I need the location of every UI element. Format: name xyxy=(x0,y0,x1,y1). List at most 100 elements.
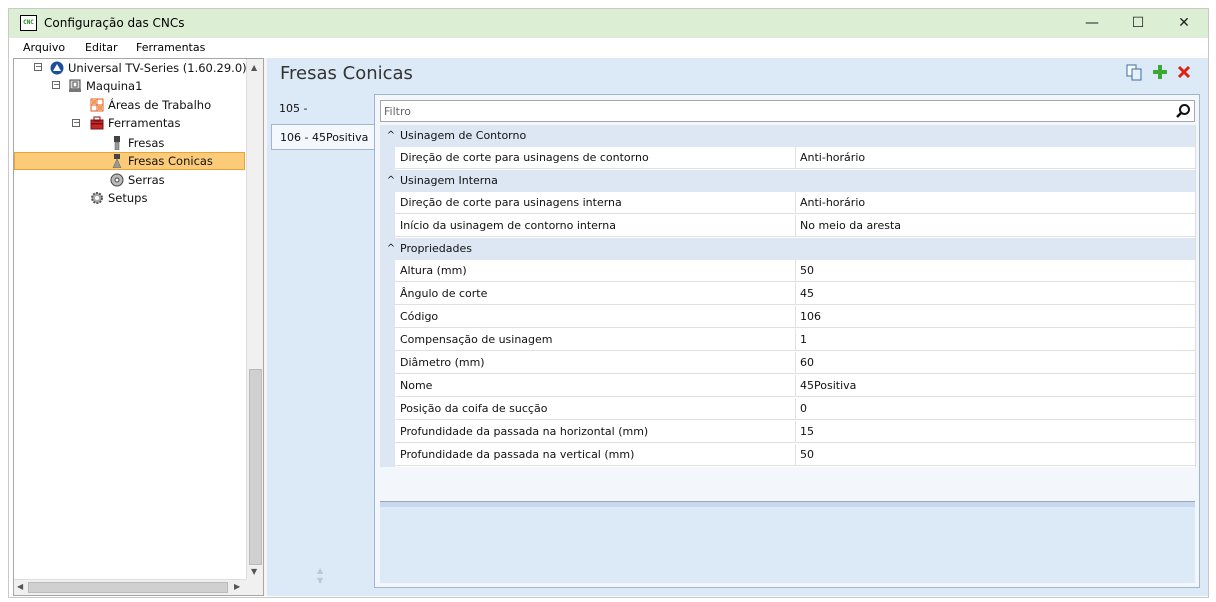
property-value[interactable]: 45 xyxy=(796,283,1195,305)
tab-tool-105[interactable]: 105 - 45Negativa xyxy=(271,96,374,141)
collapse-arrow-icon[interactable]: ^ xyxy=(386,125,396,147)
work-areas-icon xyxy=(90,98,104,112)
category-label: Usinagem de Contorno xyxy=(400,129,527,142)
tree-hscroll-thumb[interactable] xyxy=(28,582,228,593)
tree-item-setups[interactable]: Setups xyxy=(108,189,147,207)
menu-editar[interactable]: Editar xyxy=(85,41,118,54)
property-name: Diâmetro (mm) xyxy=(395,352,796,374)
property-name: Início da usinagem de contorno interna xyxy=(395,215,796,237)
machine-icon xyxy=(69,79,81,92)
collapse-arrow-icon[interactable]: ^ xyxy=(386,238,396,260)
property-name: Profundidade da passada na vertical (mm) xyxy=(395,444,796,466)
mill-icon xyxy=(114,136,120,150)
property-value[interactable]: 60 xyxy=(796,352,1195,374)
property-name: Posição da coifa de sucção xyxy=(395,398,796,420)
filter-input[interactable] xyxy=(384,103,1164,119)
property-row[interactable]: Altura (mm) 50 xyxy=(380,260,1195,283)
tree-item-tools[interactable]: Ferramentas xyxy=(108,114,180,132)
tree-vertical-scrollbar[interactable]: ▲ ▼ xyxy=(246,59,263,579)
property-value[interactable]: 106 xyxy=(796,306,1195,328)
tree-item-mills[interactable]: Fresas xyxy=(128,134,164,152)
property-name: Profundidade da passada na horizontal (m… xyxy=(395,421,796,443)
cnc-app-icon: CNC xyxy=(20,15,37,31)
property-row[interactable]: Profundidade da passada na vertical (mm)… xyxy=(380,444,1195,467)
scroll-up-icon[interactable]: ▲ xyxy=(251,63,257,72)
property-name: Nome xyxy=(395,375,796,397)
property-name: Código xyxy=(395,306,796,328)
property-row[interactable]: Ângulo de corte 45 xyxy=(380,283,1195,306)
category-row[interactable]: ^ Usinagem Interna xyxy=(380,170,1195,192)
conical-mill-icon xyxy=(112,154,122,168)
category-row[interactable]: ^ Usinagem de Contorno xyxy=(380,125,1195,147)
property-value[interactable]: Anti-horário xyxy=(796,147,1195,169)
property-value[interactable]: Anti-horário xyxy=(796,192,1195,214)
property-row[interactable]: Início da usinagem de contorno interna N… xyxy=(380,215,1195,238)
row-gutter xyxy=(380,421,395,444)
property-value[interactable]: 1 xyxy=(796,329,1195,351)
tab-tool-106[interactable]: 106 - 45Positiva xyxy=(271,124,374,150)
property-row[interactable]: Posição da coifa de sucção 0 xyxy=(380,398,1195,421)
category-label: Usinagem Interna xyxy=(400,174,498,187)
search-icon[interactable] xyxy=(1175,103,1191,119)
property-row[interactable]: Direção de corte para usinagens de conto… xyxy=(380,147,1195,170)
collapse-root-icon[interactable]: − xyxy=(34,63,42,71)
property-name: Ângulo de corte xyxy=(395,283,796,305)
row-gutter xyxy=(380,375,395,398)
category-row[interactable]: ^ Propriedades xyxy=(380,238,1195,260)
property-row[interactable]: Nome 45Positiva xyxy=(380,375,1195,398)
property-name: Direção de corte para usinagens interna xyxy=(395,192,796,214)
saw-blade-icon xyxy=(110,173,124,187)
collapse-machine-icon[interactable]: − xyxy=(52,81,60,89)
menu-arquivo[interactable]: Arquivo xyxy=(23,41,65,54)
tree-item-work-areas[interactable]: Áreas de Trabalho xyxy=(108,96,211,114)
property-name: Direção de corte para usinagens de conto… xyxy=(395,147,796,169)
row-gutter xyxy=(380,147,395,170)
tree-item-saws[interactable]: Serras xyxy=(128,171,165,189)
maximize-button[interactable]: ☐ xyxy=(1115,9,1161,38)
property-name: Altura (mm) xyxy=(395,260,796,282)
close-button[interactable]: ✕ xyxy=(1161,9,1207,38)
toolbox-icon xyxy=(90,116,104,130)
property-row[interactable]: Código 106 xyxy=(380,306,1195,329)
row-gutter xyxy=(380,329,395,352)
tree-item-machine[interactable]: Maquina1 xyxy=(86,77,142,95)
window-title: Configuração das CNCs xyxy=(44,16,185,30)
tree-item-conical-mills[interactable]: Fresas Conicas xyxy=(128,152,213,170)
row-gutter xyxy=(380,192,395,215)
property-row[interactable]: Diâmetro (mm) 60 xyxy=(380,352,1195,375)
row-gutter xyxy=(380,444,395,467)
scroll-left-icon[interactable]: ◀ xyxy=(17,582,23,591)
tree-root-label[interactable]: Universal TV-Series (1.60.29.0) xyxy=(68,59,247,77)
tabs-scroll-icon[interactable]: ▲ ▼ xyxy=(317,566,323,586)
property-value[interactable]: No meio da aresta xyxy=(796,215,1195,237)
property-value[interactable]: 0 xyxy=(796,398,1195,420)
tool-details-panel: Fresas Conicas 105 - 45Negativa 106 - 45… xyxy=(267,58,1208,596)
property-grid: ^ Usinagem de Contorno Direção de corte … xyxy=(380,125,1196,467)
minimize-button[interactable]: — xyxy=(1069,9,1115,38)
property-row[interactable]: Direção de corte para usinagens interna … xyxy=(380,192,1195,215)
copy-icon[interactable] xyxy=(1125,63,1143,81)
description-panel xyxy=(380,507,1195,583)
property-value[interactable]: 50 xyxy=(796,260,1195,282)
property-row[interactable]: Compensação de usinagem 1 xyxy=(380,329,1195,352)
tree-scroll-thumb[interactable] xyxy=(249,369,262,565)
collapse-tools-icon[interactable]: − xyxy=(72,119,80,127)
delete-icon[interactable] xyxy=(1175,63,1193,81)
add-icon[interactable] xyxy=(1151,63,1169,81)
property-value[interactable]: 15 xyxy=(796,421,1195,443)
row-gutter xyxy=(380,260,395,283)
property-editor: ^ Usinagem de Contorno Direção de corte … xyxy=(374,94,1200,588)
scroll-down-icon[interactable]: ▼ xyxy=(251,567,257,576)
row-gutter xyxy=(380,215,395,238)
row-gutter xyxy=(380,283,395,306)
universal-logo-icon xyxy=(50,61,64,75)
property-row[interactable]: Profundidade da passada na horizontal (m… xyxy=(380,421,1195,444)
tree-horizontal-scrollbar[interactable]: ◀ ▶ xyxy=(14,579,246,595)
scroll-right-icon[interactable]: ▶ xyxy=(234,582,240,591)
property-value[interactable]: 50 xyxy=(796,444,1195,466)
row-gutter xyxy=(380,352,395,375)
property-value[interactable]: 45Positiva xyxy=(796,375,1195,397)
page-title: Fresas Conicas xyxy=(280,63,413,84)
collapse-arrow-icon[interactable]: ^ xyxy=(386,170,396,192)
menu-ferramentas[interactable]: Ferramentas xyxy=(136,41,205,54)
